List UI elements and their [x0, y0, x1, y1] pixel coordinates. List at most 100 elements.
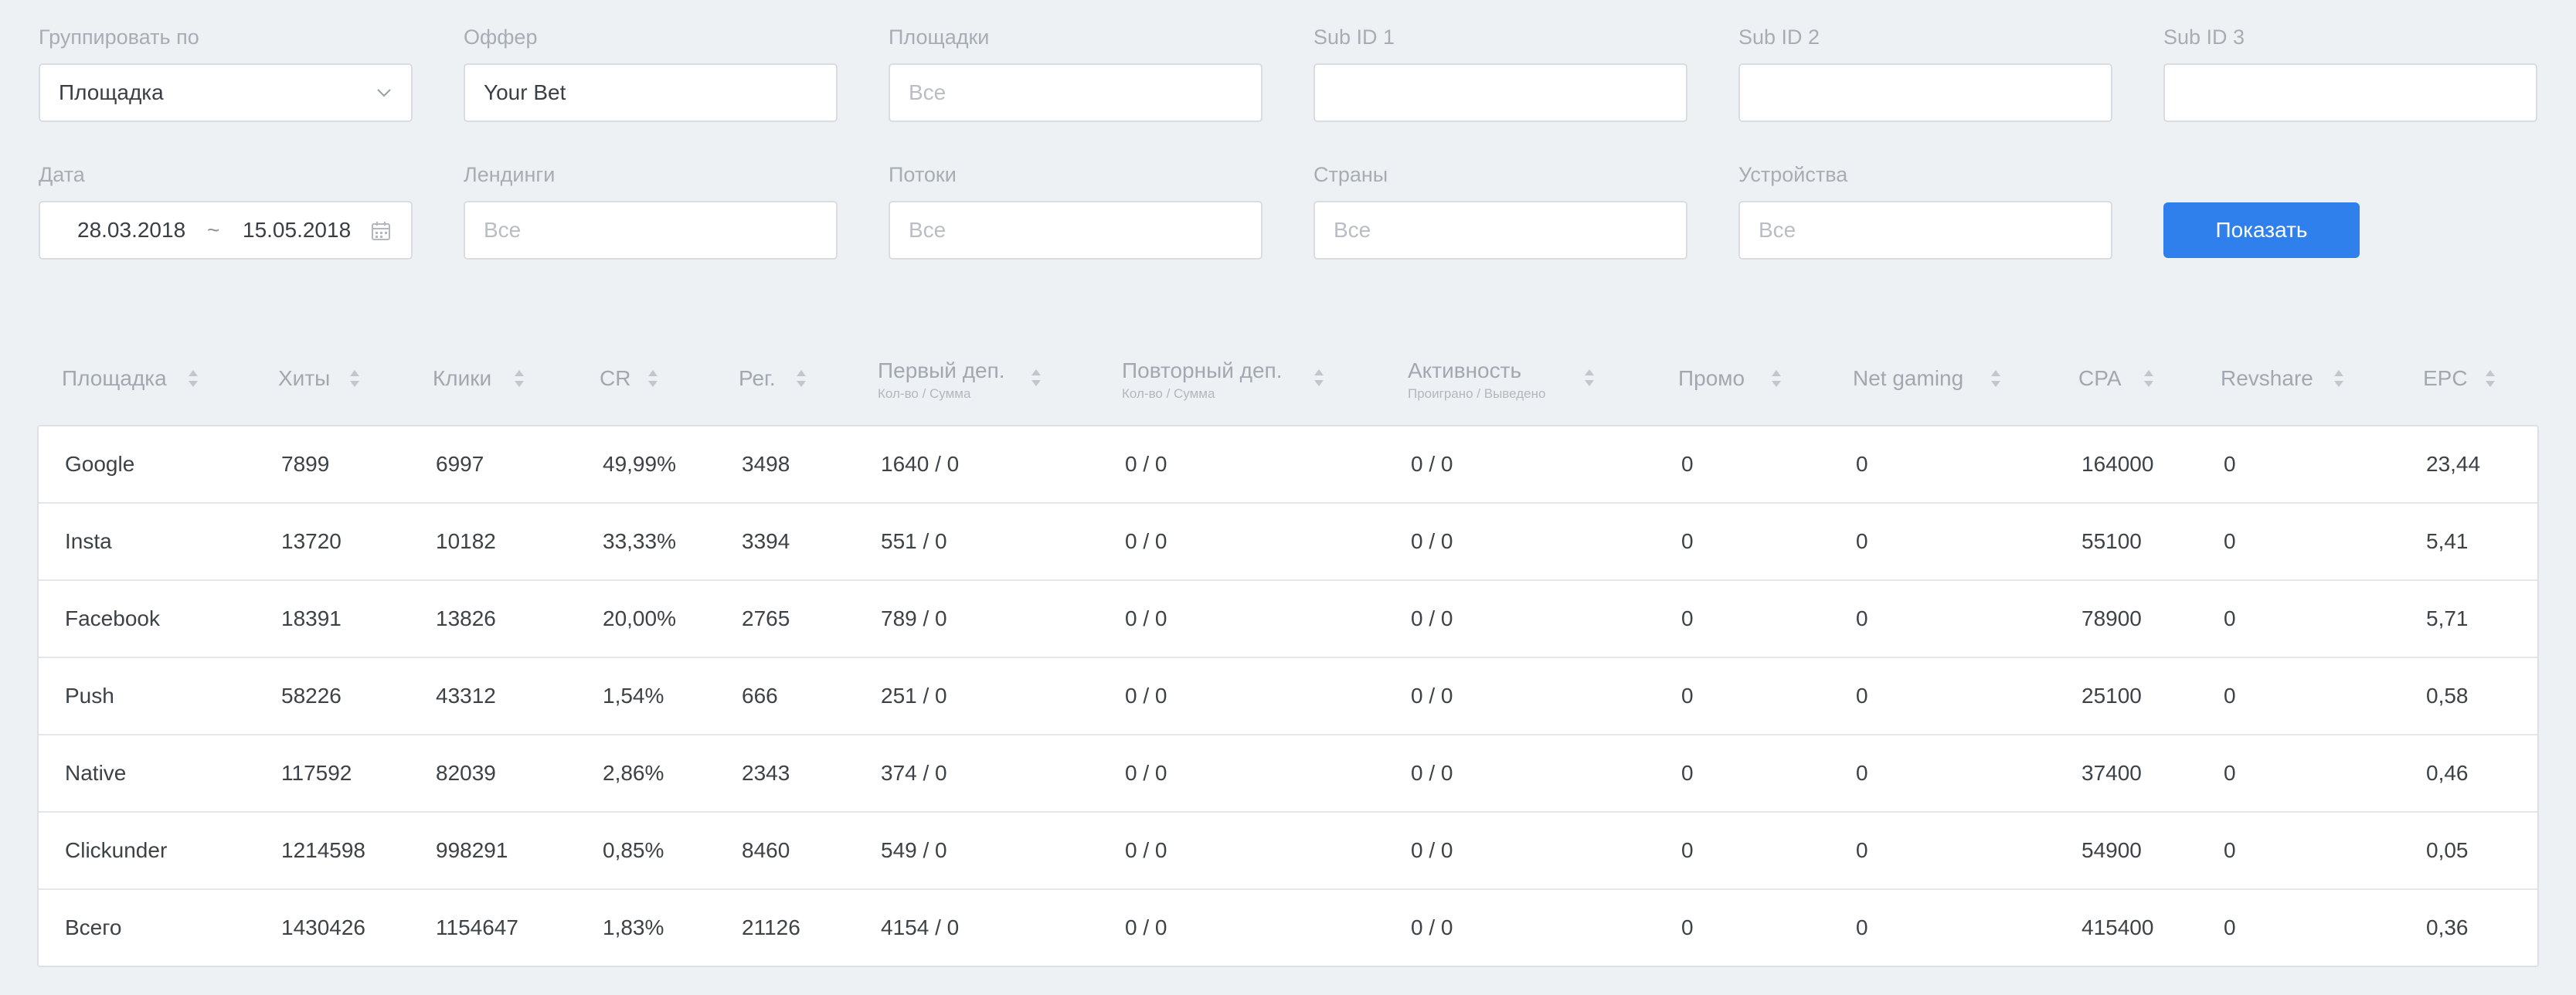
column-header-9[interactable]: Net gaming: [1853, 365, 1963, 391]
table-cell: 2765: [742, 606, 790, 630]
table-cell: Clickunder: [65, 838, 168, 862]
column-header-1[interactable]: Хиты: [278, 365, 330, 391]
table-cell: 0: [1856, 915, 1868, 939]
column-header-subtitle: Кол-во / Сумма: [878, 385, 971, 401]
table-cell: Facebook: [65, 606, 160, 630]
date-field: Дата 28.03.2018 ~ 15.05.2018: [39, 162, 413, 260]
column-header-8[interactable]: Промо: [1678, 365, 1745, 391]
table-row: Facebook 18391 13826 20,00% 2765 789 / 0 0 / 0…: [39, 581, 2537, 658]
sub-id-1-label: Sub ID 1: [1313, 25, 1395, 49]
column-header-title: Net gaming: [1853, 365, 1964, 390]
table-cell: 0: [1856, 838, 1868, 862]
column-header-title: Рег.: [739, 365, 776, 390]
countries-label: Страны: [1313, 163, 1388, 186]
devices-input[interactable]: Все: [1738, 201, 2112, 260]
table-cell: 0 / 0: [1125, 452, 1167, 476]
table-cell: 49,99%: [603, 452, 676, 476]
sort-icon[interactable]: [796, 368, 807, 389]
sort-icon[interactable]: [1771, 368, 1782, 389]
table-cell: 415400: [2082, 915, 2154, 939]
column-header-title: Клики: [433, 365, 492, 390]
table-cell: 78900: [2082, 606, 2142, 630]
table-cell: 2343: [742, 761, 790, 785]
table-cell: 82039: [436, 761, 496, 785]
table-cell: 0,36: [2426, 915, 2469, 939]
sub-id-2-input[interactable]: [1738, 63, 2112, 122]
sort-icon[interactable]: [1584, 368, 1595, 388]
column-header-10[interactable]: CPA: [2078, 365, 2122, 391]
group-by-field: Группировать по Площадка: [39, 25, 413, 122]
sort-icon[interactable]: [2485, 368, 2496, 389]
countries-input[interactable]: Все: [1313, 201, 1687, 260]
column-header-3[interactable]: CR: [600, 365, 630, 391]
sort-icon[interactable]: [514, 368, 525, 389]
table-cell: 374 / 0: [881, 761, 947, 785]
table-cell: Insta: [65, 529, 112, 553]
table-cell: 23,44: [2426, 452, 2481, 476]
table-cell: 43312: [436, 684, 496, 708]
landings-input[interactable]: Все: [464, 201, 838, 260]
table-cell: 20,00%: [603, 606, 676, 630]
calendar-icon: [372, 222, 390, 240]
table-cell: 0: [1681, 684, 1694, 708]
sub-id-1-input[interactable]: [1313, 63, 1687, 122]
show-button[interactable]: Показать: [2163, 202, 2360, 258]
streams-field: Потоки Все: [889, 162, 1263, 260]
devices-label: Устройства: [1738, 163, 1848, 186]
table-cell: 0: [1681, 452, 1694, 476]
column-header-title: Промо: [1678, 365, 1745, 390]
table-cell: 0 / 0: [1411, 838, 1453, 862]
sort-icon[interactable]: [349, 368, 360, 389]
sub-id-2-field: Sub ID 2: [1738, 25, 2112, 122]
landings-placeholder: Все: [484, 218, 522, 242]
sub-id-3-input[interactable]: [2163, 63, 2537, 122]
column-header-title: CR: [600, 365, 631, 390]
column-header-5[interactable]: Первый деп. Кол-во / Сумма: [878, 357, 1005, 402]
table-cell: 666: [742, 684, 778, 708]
table-cell: 0: [2224, 761, 2236, 785]
table-cell: Push: [65, 684, 114, 708]
column-header-title: Площадка: [62, 365, 167, 390]
column-header-7[interactable]: Активность Проиграно / Выведено: [1408, 357, 1545, 402]
table-cell: 0: [1856, 452, 1868, 476]
table-cell: 3394: [742, 529, 790, 553]
column-header-title: Первый деп.: [878, 358, 1005, 382]
column-header-title: Активность: [1408, 358, 1522, 382]
column-header-6[interactable]: Повторный деп. Кол-во / Сумма: [1122, 357, 1282, 402]
table-cell: 0: [2224, 838, 2236, 862]
table-cell: Google: [65, 452, 135, 476]
group-by-label: Группировать по: [39, 25, 199, 49]
offer-label: Оффер: [464, 25, 538, 49]
table-cell: 3498: [742, 452, 790, 476]
column-header-11[interactable]: Revshare: [2221, 365, 2313, 391]
column-header-4[interactable]: Рег.: [739, 365, 776, 391]
table-cell: Native: [65, 761, 127, 785]
sub-id-3-label: Sub ID 3: [2163, 25, 2245, 49]
column-header-12[interactable]: EPC: [2423, 365, 2468, 391]
sort-icon[interactable]: [2143, 368, 2154, 389]
sub-id-3-field: Sub ID 3: [2163, 25, 2537, 122]
sort-icon[interactable]: [647, 368, 658, 389]
column-header-0[interactable]: Площадка: [62, 365, 167, 391]
table-cell: 7899: [281, 452, 330, 476]
sort-icon[interactable]: [1031, 368, 1042, 388]
date-range-input[interactable]: 28.03.2018 ~ 15.05.2018: [39, 201, 413, 260]
table-cell: 0: [2224, 684, 2236, 708]
sort-icon[interactable]: [1990, 368, 2001, 389]
sort-icon[interactable]: [1313, 368, 1324, 388]
column-header-2[interactable]: Клики: [433, 365, 491, 391]
table-cell: 55100: [2082, 529, 2142, 553]
sort-icon[interactable]: [188, 368, 199, 389]
streams-label: Потоки: [889, 163, 957, 186]
sort-icon[interactable]: [2333, 368, 2344, 389]
devices-field: Устройства Все: [1738, 162, 2112, 260]
devices-placeholder: Все: [1759, 218, 1796, 242]
sites-input[interactable]: Все: [889, 63, 1263, 122]
table-cell: 0: [1681, 529, 1694, 553]
date-from: 28.03.2018: [77, 218, 186, 242]
streams-input[interactable]: Все: [889, 201, 1263, 260]
offer-input[interactable]: Your Bet: [464, 63, 838, 122]
table-row: Clickunder 1214598 998291 0,85% 8460 549 / 0 0…: [39, 813, 2537, 890]
group-by-select[interactable]: Площадка: [39, 63, 413, 122]
streams-placeholder: Все: [909, 218, 946, 242]
